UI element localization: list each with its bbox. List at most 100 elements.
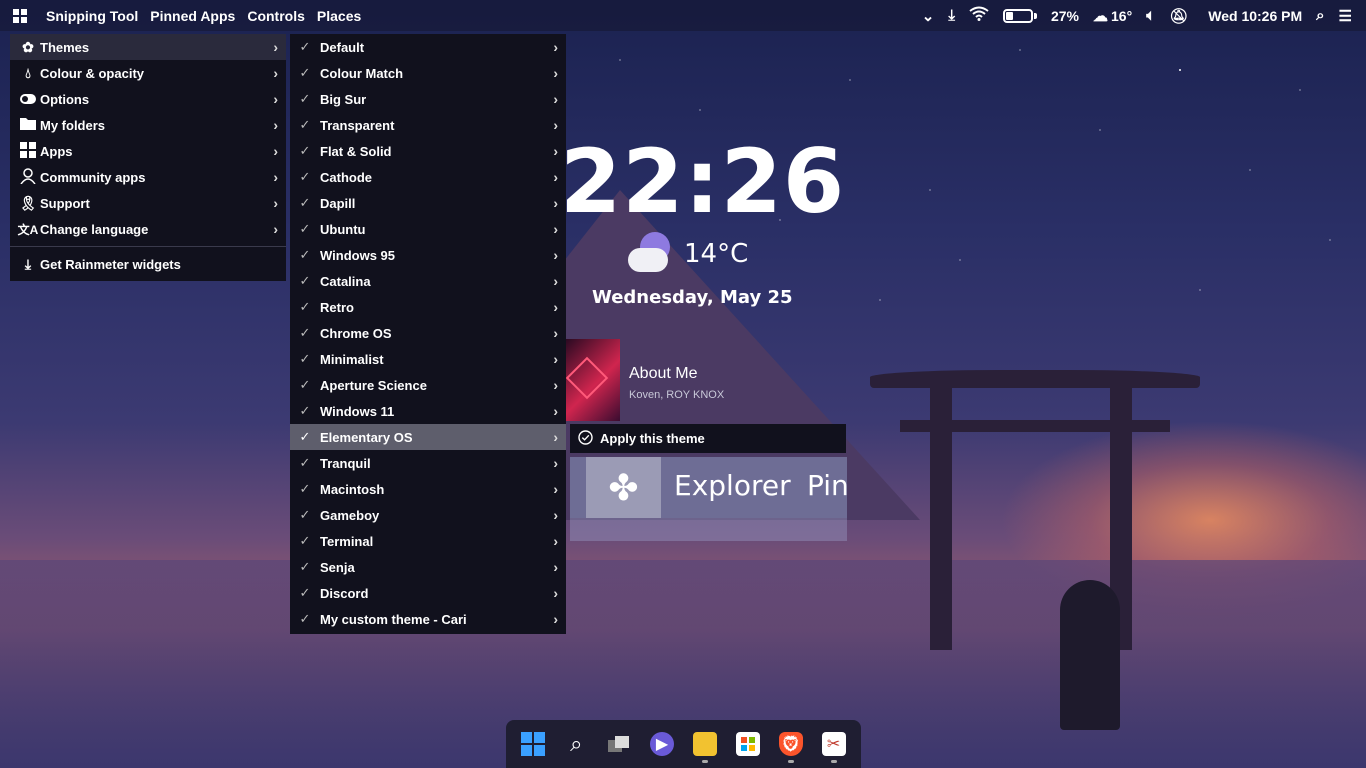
wifi-icon[interactable]: [969, 6, 989, 25]
theme-item[interactable]: ✓ Flat & Solid ›: [290, 138, 566, 164]
theme-label: Transparent: [320, 117, 395, 133]
windows-logo-icon[interactable]: [0, 0, 40, 31]
snipping-tool-icon: ✂: [821, 732, 846, 756]
taskbar-store[interactable]: [732, 724, 764, 764]
menu-item-label: Change language: [40, 221, 149, 237]
task-view-icon: [607, 732, 631, 756]
chevron-right-icon: ›: [553, 91, 558, 107]
theme-item[interactable]: ✓ Chrome OS ›: [290, 320, 566, 346]
store-icon: [735, 732, 760, 756]
topbar-pinned-apps[interactable]: Pinned Apps: [144, 8, 241, 24]
topbar-temp[interactable]: 16°: [1111, 8, 1132, 24]
menu-item-change-language[interactable]: 文A Change language ›: [10, 216, 286, 242]
menu-item-get-rainmeter-widgets[interactable]: ⤓ Get Rainmeter widgets: [10, 251, 286, 277]
clock-time: 22:26: [560, 130, 846, 233]
chevron-right-icon: ›: [553, 403, 558, 419]
notifications-off-icon[interactable]: 🔕︎: [1169, 7, 1188, 25]
theme-item[interactable]: ✓ Gameboy ›: [290, 502, 566, 528]
topbar-controls[interactable]: Controls: [241, 8, 311, 24]
translate-icon: 文A: [17, 222, 39, 237]
check-icon: ✓: [299, 169, 311, 184]
theme-item[interactable]: ✓ Discord ›: [290, 580, 566, 606]
theme-item[interactable]: ✓ Colour Match ›: [290, 60, 566, 86]
theme-label: Retro: [320, 299, 354, 315]
theme-item[interactable]: ✓ Retro ›: [290, 294, 566, 320]
theme-item-active[interactable]: ✓ Elementary OS ›: [290, 424, 566, 450]
theme-item[interactable]: ✓ Catalina ›: [290, 268, 566, 294]
chevron-right-icon: ›: [273, 39, 278, 55]
check-icon: ✓: [299, 559, 311, 574]
download-icon[interactable]: ⤓: [948, 7, 955, 24]
theme-item[interactable]: ✓ Minimalist ›: [290, 346, 566, 372]
theme-item[interactable]: ✓ Senja ›: [290, 554, 566, 580]
theme-item[interactable]: ✓ Transparent ›: [290, 112, 566, 138]
check-icon: ✓: [299, 143, 311, 158]
topbar-app-snipping-tool[interactable]: Snipping Tool: [40, 8, 144, 24]
theme-label: Elementary OS: [320, 429, 413, 445]
theme-item[interactable]: ✓ Terminal ›: [290, 528, 566, 554]
theme-item[interactable]: ✓ Macintosh ›: [290, 476, 566, 502]
topbar-places[interactable]: Places: [311, 8, 367, 24]
theme-label: Chrome OS: [320, 325, 392, 341]
menu-divider: [10, 246, 286, 247]
theme-item[interactable]: ✓ Default ›: [290, 34, 566, 60]
list-icon[interactable]: ☰: [1339, 7, 1352, 25]
chevron-right-icon: ›: [553, 351, 558, 367]
battery-icon[interactable]: [1002, 8, 1037, 23]
theme-item[interactable]: ✓ Dapill ›: [290, 190, 566, 216]
apps-icon: [16, 141, 40, 161]
datetime[interactable]: Wed 10:26 PM: [1208, 8, 1302, 24]
theme-item[interactable]: ✓ Tranquil ›: [290, 450, 566, 476]
check-icon: ✓: [299, 65, 311, 80]
menu-item-my-folders[interactable]: My folders ›: [10, 112, 286, 138]
menu-item-label: Support: [40, 195, 90, 211]
taskbar: ⌕ ▶ 🦁︎ ✂: [506, 720, 861, 768]
moon-cloud-icon: [628, 232, 674, 276]
chevron-right-icon: ›: [553, 299, 558, 315]
music-widget[interactable]: About Me Koven, ROY KNOX: [566, 339, 724, 421]
chevron-right-icon: ›: [273, 91, 278, 107]
menu-item-apps[interactable]: Apps ›: [10, 138, 286, 164]
theme-label: Dapill: [320, 195, 356, 211]
ribbon-icon: 🎗︎: [19, 194, 37, 211]
theme-item[interactable]: ✓ Ubuntu ›: [290, 216, 566, 242]
menu-item-support[interactable]: 🎗︎ Support ›: [10, 190, 286, 216]
running-indicator: [701, 760, 708, 763]
taskbar-snipping-tool[interactable]: ✂: [818, 724, 850, 764]
chevron-right-icon: ›: [553, 39, 558, 55]
taskbar-file-explorer[interactable]: [689, 724, 721, 764]
chevron-right-icon: ›: [553, 169, 558, 185]
theme-item[interactable]: ✓ Windows 11 ›: [290, 398, 566, 424]
menu-item-options[interactable]: Options ›: [10, 86, 286, 112]
taskbar-brave[interactable]: 🦁︎: [775, 724, 807, 764]
taskbar-chat[interactable]: ▶: [646, 724, 678, 764]
theme-item[interactable]: ✓ Cathode ›: [290, 164, 566, 190]
menu-item-community-apps[interactable]: Community apps ›: [10, 164, 286, 190]
chevron-down-icon[interactable]: ⌄: [922, 7, 935, 25]
check-icon: ✓: [299, 351, 311, 366]
taskbar-search[interactable]: ⌕: [560, 724, 592, 764]
taskbar-task-view[interactable]: [603, 724, 635, 764]
theme-item[interactable]: ✓ Big Sur ›: [290, 86, 566, 112]
volume-icon[interactable]: 🔈︎: [1146, 7, 1155, 24]
theme-label: Default: [320, 39, 365, 55]
clover-icon: ✤: [586, 457, 661, 518]
theme-item[interactable]: ✓ Aperture Science ›: [290, 372, 566, 398]
album-art[interactable]: [566, 339, 620, 421]
search-icon[interactable]: ⌕: [1316, 7, 1324, 24]
theme-label: Tranquil: [320, 455, 371, 471]
menu-item-colour-opacity[interactable]: 💧︎ Colour & opacity ›: [10, 60, 286, 86]
song-title: About Me: [629, 365, 698, 382]
theme-item[interactable]: ✓ Windows 95 ›: [290, 242, 566, 268]
chevron-right-icon: ›: [273, 65, 278, 81]
start-icon: [521, 732, 546, 756]
apply-theme-button[interactable]: Apply this theme: [600, 431, 705, 446]
theme-item[interactable]: ✓ My custom theme - Cari ›: [290, 606, 566, 632]
chevron-right-icon: ›: [553, 455, 558, 471]
chevron-right-icon: ›: [553, 429, 558, 445]
file-explorer-icon: [692, 732, 717, 756]
check-icon: ✓: [299, 481, 311, 496]
menu-item-themes[interactable]: ✿ Themes ›: [10, 34, 286, 60]
start-button[interactable]: [517, 724, 549, 764]
theme-label: Terminal: [320, 533, 374, 549]
